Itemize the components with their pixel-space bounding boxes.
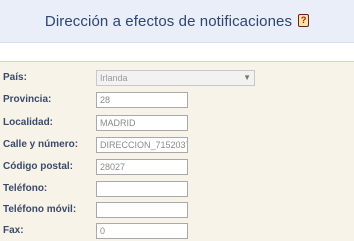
label-codigo-postal: Código postal: (3, 161, 73, 172)
row-telefono-movil: Teléfono móvil: (0, 202, 354, 220)
telefono-movil-field[interactable] (96, 202, 188, 218)
row-calle: Calle y número: DIRECCION_7152037272 (0, 137, 354, 155)
row-localidad: Localidad: MADRID (0, 115, 354, 133)
label-telefono: Teléfono: (3, 183, 48, 194)
pais-value: Irlanda (100, 73, 128, 83)
fax-field[interactable]: 0 (96, 223, 188, 239)
calle-field[interactable]: DIRECCION_7152037272 (96, 137, 188, 153)
pais-select[interactable]: Irlanda ▼ (96, 70, 255, 86)
label-calle: Calle y número: (3, 139, 79, 150)
row-pais: País: Irlanda ▼ (0, 70, 354, 88)
section-header: Dirección a efectos de notificaciones ? (0, 0, 354, 43)
row-codigo-postal: Código postal: 28027 (0, 159, 354, 177)
label-telefono-movil: Teléfono móvil: (3, 204, 77, 215)
help-icon[interactable]: ? (298, 13, 310, 27)
label-fax: Fax: (3, 225, 24, 236)
row-fax: Fax: 0 (0, 223, 354, 241)
label-localidad: Localidad: (3, 117, 54, 128)
row-telefono: Teléfono: (0, 181, 354, 199)
row-provincia: Provincia: 28 (0, 92, 354, 110)
page-title: Dirección a efectos de notificaciones (44, 12, 293, 30)
localidad-field[interactable]: MADRID (96, 115, 188, 131)
provincia-field[interactable]: 28 (96, 92, 188, 108)
chevron-down-icon: ▼ (243, 73, 251, 82)
label-pais: País: (3, 72, 27, 83)
telefono-field[interactable] (96, 181, 188, 197)
address-form: País: Irlanda ▼ Provincia: 28 Localidad:… (0, 62, 354, 241)
codigo-postal-field[interactable]: 28027 (96, 159, 188, 175)
label-provincia: Provincia: (3, 94, 52, 105)
